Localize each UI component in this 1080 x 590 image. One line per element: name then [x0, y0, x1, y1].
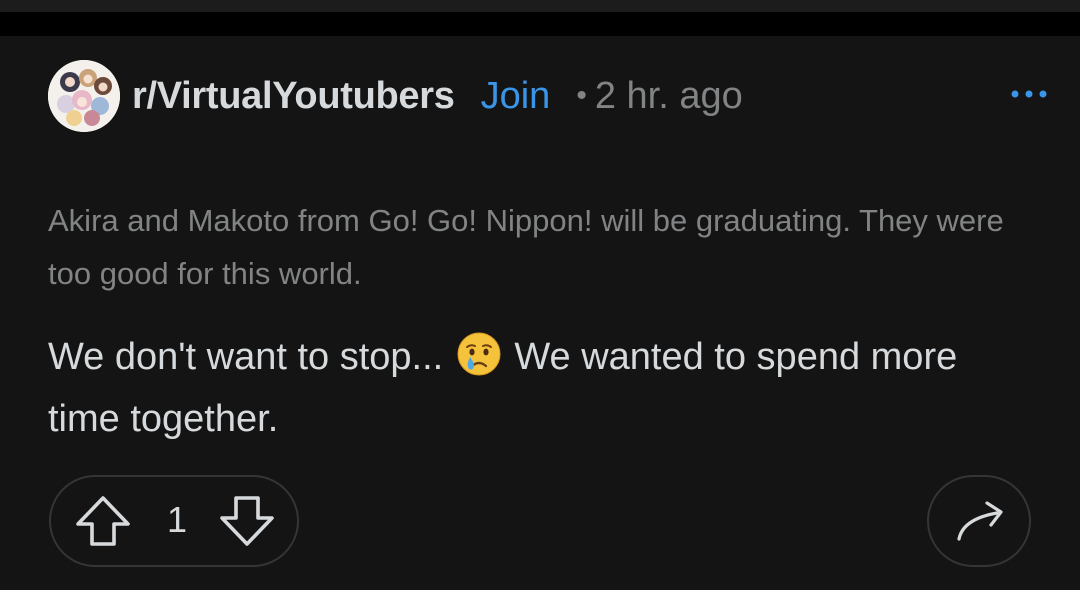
vote-count: 1: [166, 499, 188, 540]
status-strip: [0, 0, 1080, 12]
share-button[interactable]: [927, 475, 1031, 567]
vote-bar: 1: [49, 475, 299, 567]
join-button[interactable]: Join: [481, 75, 551, 118]
upvote-arrow-icon[interactable]: [73, 491, 133, 551]
post-body[interactable]: We don't want to stop... We wanted to sp…: [48, 326, 1038, 450]
post-timestamp: 2 hr. ago: [594, 74, 743, 117]
app-top-bar: [0, 12, 1080, 36]
reddit-post-view: r/VirtualYoutubers Join • 2 hr. ago Akir…: [0, 0, 1080, 590]
subreddit-name[interactable]: r/VirtualYoutubers: [132, 75, 455, 118]
downvote-arrow-icon[interactable]: [217, 491, 277, 551]
share-arrow-icon: [957, 501, 1003, 541]
crying-face-icon: [456, 331, 502, 377]
separator-dot: •: [576, 79, 587, 112]
post-title[interactable]: Akira and Makoto from Go! Go! Nippon! wi…: [48, 194, 1038, 300]
post-body-text-start: We don't want to stop...: [48, 336, 444, 378]
more-options-icon[interactable]: [1008, 82, 1050, 106]
subreddit-avatar[interactable]: [48, 60, 120, 132]
post-header: r/VirtualYoutubers Join • 2 hr. ago: [48, 60, 743, 132]
